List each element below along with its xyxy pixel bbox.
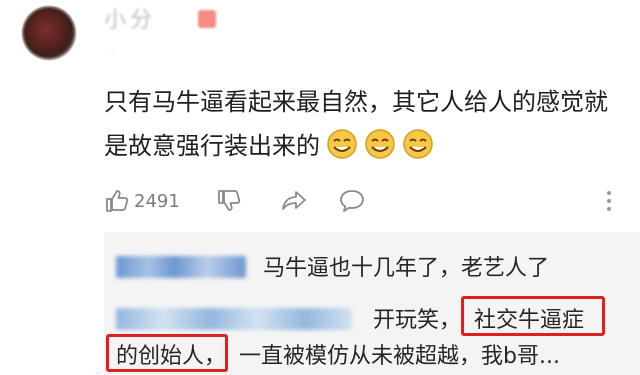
dislike-button[interactable] — [216, 186, 242, 216]
comment-meta: ·· — [104, 44, 118, 58]
emoji-group — [320, 129, 434, 160]
smiling-face-emoji — [365, 129, 395, 159]
share-icon — [282, 191, 306, 210]
smiling-face-emoji — [403, 129, 433, 159]
comment-text: 只有马牛逼看起来最自然，其它人给人的感觉就是故意强行装出来的 — [104, 80, 624, 168]
reply-text-start: 开玩笑， — [373, 308, 462, 333]
comment-actions: 2491 — [104, 186, 624, 216]
more-vertical-icon — [607, 191, 611, 211]
user-badge — [198, 10, 216, 28]
thumbs-up-icon — [106, 190, 129, 212]
avatar[interactable] — [22, 6, 76, 60]
reply-1[interactable]: 马牛逼也十几年了，老艺人了 — [116, 250, 549, 282]
reply-button[interactable] — [338, 186, 366, 216]
highlight-box-1 — [461, 296, 605, 336]
reply-username-obscured[interactable] — [116, 308, 352, 330]
reply-text-end: 一直被模仿从未被超越，我b哥... — [239, 344, 560, 369]
like-button[interactable]: 2491 — [104, 186, 180, 216]
highlight-box-2 — [106, 334, 228, 372]
thumbs-down-icon — [218, 190, 241, 211]
share-button[interactable] — [280, 186, 308, 216]
reply-username-obscured[interactable] — [116, 256, 246, 278]
reply-text: 马牛逼也十几年了，老艺人了 — [263, 256, 550, 281]
like-count: 2491 — [134, 190, 180, 212]
smiling-face-emoji — [327, 129, 357, 159]
more-options-button[interactable] — [603, 186, 615, 216]
comment-bubble-icon — [340, 190, 364, 212]
